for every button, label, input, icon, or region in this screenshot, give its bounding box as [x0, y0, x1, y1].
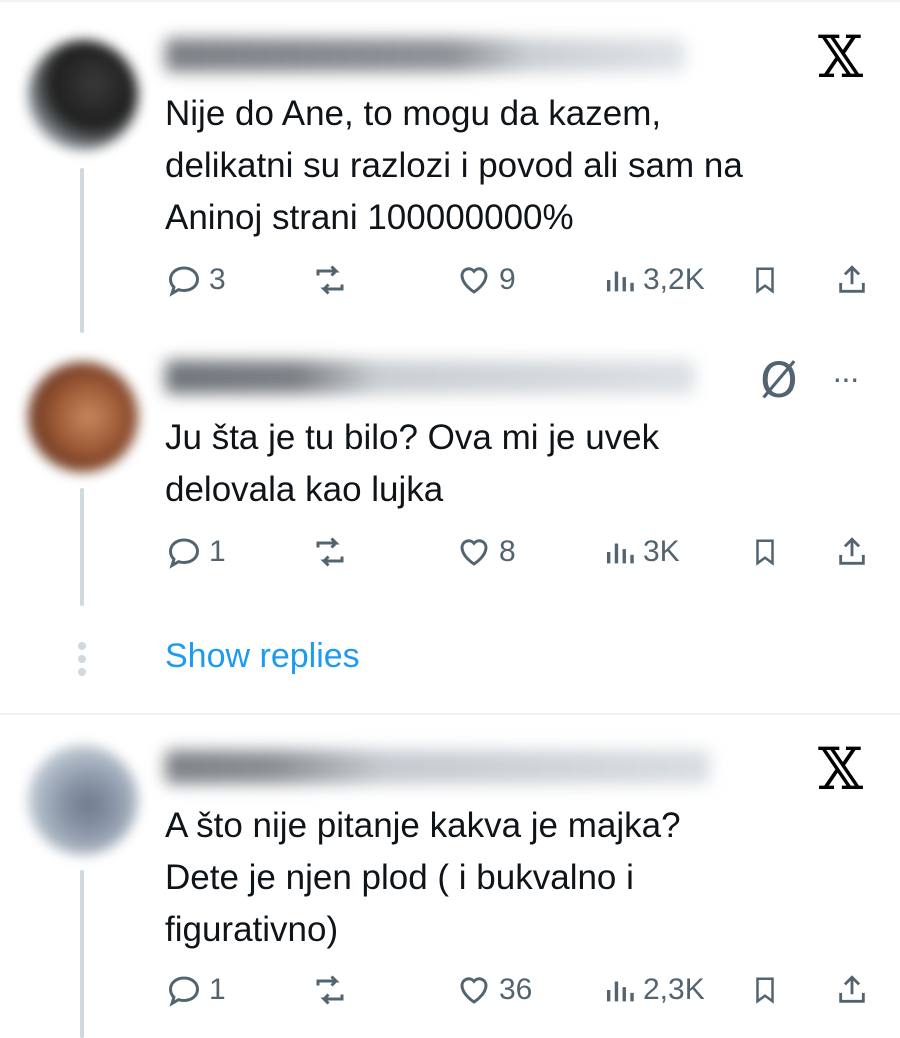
tweet-text-line: Aninoj strani 100000000% — [165, 198, 574, 237]
avatar[interactable] — [28, 362, 138, 472]
reply-count: 1 — [209, 973, 226, 1006]
views-icon — [606, 271, 634, 292]
x-logo-icon: 𝕏 — [818, 23, 864, 91]
thread-dots — [78, 642, 86, 681]
reply-icon — [168, 266, 200, 297]
views-count: 3,2K — [643, 263, 705, 296]
reply-count: 1 — [209, 535, 226, 568]
thread-line — [80, 488, 84, 606]
views-icon — [606, 981, 634, 1002]
share-button[interactable] — [835, 258, 869, 302]
share-icon — [839, 265, 865, 293]
like-count: 8 — [499, 535, 516, 568]
heart-icon — [460, 977, 488, 1004]
tweet-text-line: Ju šta je tu bilo? Ova mi je uvek — [165, 418, 660, 457]
views-button[interactable]: 3K — [603, 530, 680, 574]
tweet-text-line: figurativno) — [165, 910, 339, 949]
author-name-blurred — [165, 750, 710, 784]
section-divider — [0, 713, 900, 715]
bookmark-icon — [756, 977, 774, 1004]
tweet-actions: 3 9 3,2K — [165, 258, 875, 302]
share-button[interactable] — [835, 968, 869, 1012]
reply-button[interactable]: 1 — [165, 968, 226, 1012]
bookmark-icon — [756, 267, 774, 294]
retweet-button[interactable] — [310, 968, 350, 1012]
top-divider — [0, 0, 900, 2]
heart-icon — [460, 267, 488, 294]
heart-icon — [460, 539, 488, 566]
tweet-text-line: delovala kao lujka — [165, 470, 444, 509]
share-button[interactable] — [835, 530, 869, 574]
views-button[interactable]: 3,2K — [603, 258, 705, 302]
tweet-text: A što nije pitanje kakva je majka? Dete … — [165, 800, 681, 956]
like-button[interactable]: 8 — [455, 530, 516, 574]
tweet-text-line: A što nije pitanje kakva je majka? — [165, 806, 681, 845]
retweet-icon — [316, 265, 344, 295]
views-icon — [606, 543, 634, 564]
tweet-actions: 1 36 2,3K — [165, 968, 875, 1012]
reply-button[interactable]: 1 — [165, 530, 226, 574]
thread-line — [80, 168, 84, 333]
views-count: 3K — [643, 535, 680, 568]
retweet-icon — [316, 537, 344, 567]
thread-line — [80, 870, 84, 1038]
bookmark-button[interactable] — [750, 530, 780, 574]
avatar[interactable] — [28, 40, 138, 150]
views-count: 2,3K — [643, 973, 705, 1006]
share-icon — [839, 975, 865, 1003]
more-options-icon[interactable]: ··· — [832, 360, 860, 397]
reply-button[interactable]: 3 — [165, 258, 226, 302]
like-count: 36 — [499, 973, 533, 1006]
retweet-button[interactable] — [310, 530, 350, 574]
reply-icon — [168, 538, 200, 569]
retweet-button[interactable] — [310, 258, 350, 302]
share-icon — [839, 537, 865, 565]
retweet-icon — [316, 975, 344, 1005]
reply-count: 3 — [209, 263, 226, 296]
tweet-text-line: Dete je njen plod ( i bukvalno i — [165, 858, 634, 897]
grok-icon[interactable]: Ø — [760, 352, 798, 410]
bookmark-icon — [756, 539, 774, 566]
like-count: 9 — [499, 263, 516, 296]
author-name-blurred — [165, 360, 695, 394]
tweet-text: Nije do Ane, to mogu da kazem, delikatni… — [165, 88, 743, 244]
tweet-text-line: delikatni su razlozi i povod ali sam na — [165, 146, 743, 185]
tweet-text: Ju šta je tu bilo? Ova mi je uvek delova… — [165, 412, 659, 516]
author-name-blurred — [165, 38, 685, 72]
views-button[interactable]: 2,3K — [603, 968, 705, 1012]
x-logo-icon: 𝕏 — [818, 735, 864, 803]
like-button[interactable]: 36 — [455, 968, 532, 1012]
tweet-actions: 1 8 3K — [165, 530, 875, 574]
avatar[interactable] — [28, 745, 138, 855]
bookmark-button[interactable] — [750, 258, 780, 302]
like-button[interactable]: 9 — [455, 258, 516, 302]
tweet-text-line: Nije do Ane, to mogu da kazem, — [165, 94, 662, 133]
reply-icon — [168, 976, 200, 1007]
show-replies-link[interactable]: Show replies — [165, 637, 360, 676]
bookmark-button[interactable] — [750, 968, 780, 1012]
